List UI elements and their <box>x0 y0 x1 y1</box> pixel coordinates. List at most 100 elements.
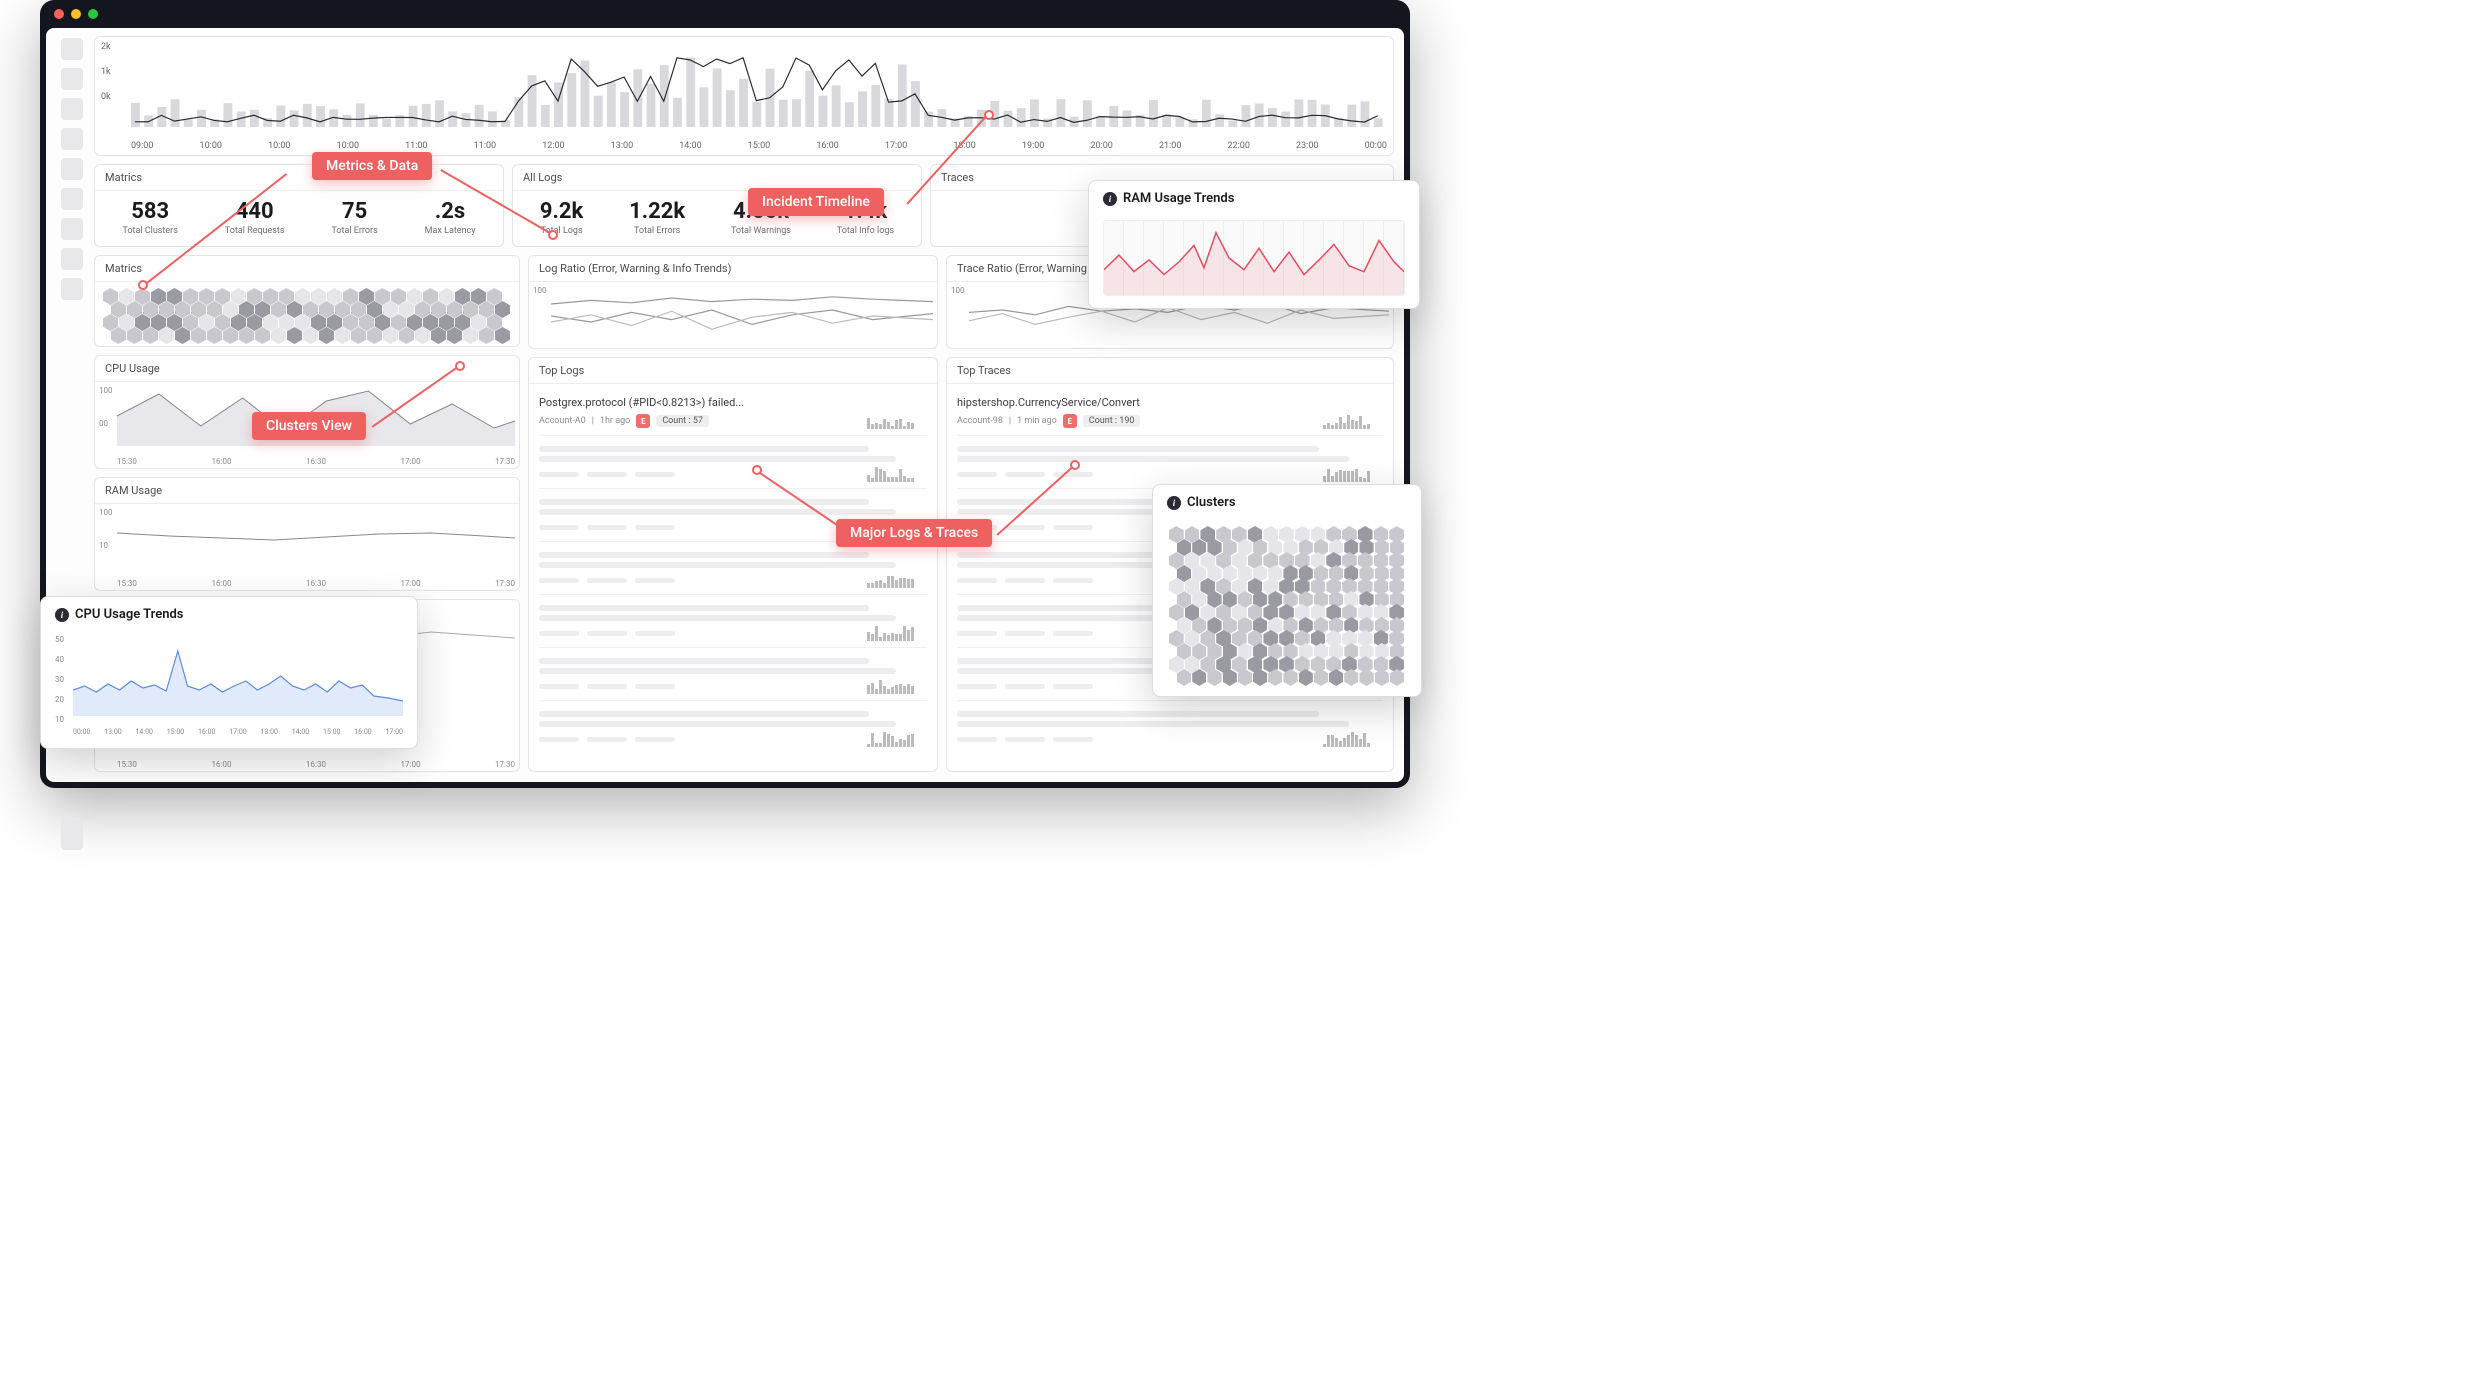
cluster-hex[interactable] <box>335 327 350 344</box>
x-axis: 00:0013:0014:0015:0016:0017:0013:0014:00… <box>73 728 403 736</box>
window-maximize-button[interactable] <box>88 9 98 19</box>
cluster-hex[interactable] <box>143 327 158 344</box>
error-badge: E <box>1063 414 1077 428</box>
card-title: RAM Usage Trends <box>1123 191 1234 206</box>
log-item[interactable]: hipstershop.CurrencyService/Convert Acco… <box>957 390 1383 436</box>
cluster-hex[interactable] <box>463 327 478 344</box>
y-axis: 50 40 30 20 10 <box>55 636 64 724</box>
cluster-hex[interactable] <box>1375 669 1389 686</box>
log-item[interactable] <box>539 436 927 489</box>
cluster-hex[interactable] <box>447 327 462 344</box>
cluster-hex[interactable] <box>1390 669 1404 686</box>
cpu-trends-card[interactable]: i CPU Usage Trends 50 40 30 20 10 00:0013… <box>40 596 418 749</box>
cluster-hex[interactable] <box>175 327 190 344</box>
info-icon: i <box>1167 496 1181 510</box>
cluster-hex[interactable] <box>159 327 174 344</box>
sidebar-item[interactable] <box>61 38 83 60</box>
ram-panel: RAM Usage 10010 15:3016:0016:3017:0017:3… <box>94 477 520 591</box>
sidebar-item-bottom[interactable] <box>61 818 83 850</box>
cluster-hex[interactable] <box>191 327 206 344</box>
cluster-hex[interactable] <box>207 327 222 344</box>
cluster-hex[interactable] <box>479 327 494 344</box>
cluster-hex[interactable] <box>495 327 510 344</box>
log-title: hipstershop.CurrencyService/Convert <box>957 396 1383 409</box>
cpu-trends-chart <box>73 636 403 716</box>
ram-chart <box>117 508 515 568</box>
sidebar-item[interactable] <box>61 128 83 150</box>
clusters-panel: Matrics <box>94 255 520 347</box>
cluster-hex-grid[interactable] <box>1167 524 1407 684</box>
stat: 440Total Requests <box>225 199 285 236</box>
timeline-panel: 2k 1k 0k 09:0010:0010:0010:0011:0011:001… <box>94 36 1394 156</box>
cluster-hex-grid[interactable] <box>95 282 519 346</box>
panel-title: Top Traces <box>947 358 1393 384</box>
log-item[interactable]: Postgrex.protocol (#PID<0.8213>) failed.… <box>539 390 927 436</box>
stat: 75Total Errors <box>331 199 377 236</box>
panel-title: RAM Usage <box>95 478 519 504</box>
ram-trends-card[interactable]: iRAM Usage Trends <box>1088 180 1420 309</box>
clusters-card[interactable]: iClusters <box>1152 484 1422 697</box>
sidebar-item[interactable] <box>61 278 83 300</box>
callout-dot <box>455 361 465 371</box>
cluster-hex[interactable] <box>111 327 126 344</box>
panel-title: Matrics <box>95 256 519 282</box>
top-logs-panel: Top Logs Postgrex.protocol (#PID<0.8213>… <box>528 357 938 772</box>
cluster-hex[interactable] <box>239 327 254 344</box>
error-badge: E <box>636 414 650 428</box>
stat: 583Total Clusters <box>122 199 177 236</box>
sidebar-item[interactable] <box>61 188 83 210</box>
card-title: CPU Usage Trends <box>75 607 183 622</box>
cluster-hex[interactable] <box>255 327 270 344</box>
callout-major-logs-traces: Major Logs & Traces <box>836 519 992 547</box>
callout-clusters-view: Clusters View <box>252 412 366 440</box>
sidebar-item[interactable] <box>61 68 83 90</box>
log-item[interactable] <box>539 648 927 701</box>
cluster-hex[interactable] <box>367 327 382 344</box>
titlebar <box>40 0 1410 28</box>
info-icon: i <box>55 608 69 622</box>
sidebar-item[interactable] <box>61 98 83 120</box>
window-close-button[interactable] <box>54 9 64 19</box>
cluster-hex[interactable] <box>415 327 430 344</box>
sidebar-item[interactable] <box>61 218 83 240</box>
log-item[interactable] <box>539 595 927 648</box>
timeline-y-axis: 2k 1k 0k <box>101 43 111 118</box>
sidebar-item[interactable] <box>61 158 83 180</box>
log-ratio-panel: Log Ratio (Error, Warning & Info Trends)… <box>528 255 938 349</box>
callout-dot <box>984 110 994 120</box>
log-item[interactable] <box>539 701 927 753</box>
cluster-hex[interactable] <box>303 327 318 344</box>
cluster-hex[interactable] <box>1329 669 1343 686</box>
timeline-chart <box>131 41 1387 127</box>
cluster-hex[interactable] <box>319 327 334 344</box>
cluster-hex[interactable] <box>271 327 286 344</box>
log-item[interactable] <box>957 701 1383 753</box>
sidebar-item[interactable] <box>61 248 83 270</box>
callout-metrics-data: Metrics & Data <box>312 152 432 180</box>
log-ratio-chart <box>551 286 933 346</box>
panel-title: Top Logs <box>529 358 937 384</box>
cluster-hex[interactable] <box>399 327 414 344</box>
stat: .2sMax Latency <box>425 199 476 236</box>
callout-dot <box>1070 460 1080 470</box>
callout-dot <box>752 465 762 475</box>
panel-title: Log Ratio (Error, Warning & Info Trends) <box>529 256 937 282</box>
cluster-hex[interactable] <box>1177 669 1191 686</box>
cluster-hex[interactable] <box>1344 669 1358 686</box>
metrics-panel: Matrics 583Total Clusters440Total Reques… <box>94 164 504 247</box>
cluster-hex[interactable] <box>223 327 238 344</box>
log-item[interactable] <box>539 542 927 595</box>
cluster-hex[interactable] <box>127 327 142 344</box>
log-title: Postgrex.protocol (#PID<0.8213>) failed.… <box>539 396 927 409</box>
cluster-hex[interactable] <box>431 327 446 344</box>
cluster-hex[interactable] <box>287 327 302 344</box>
callout-dot <box>548 230 558 240</box>
stat: 1.22kTotal Errors <box>629 199 685 236</box>
callout-dot <box>138 280 148 290</box>
log-item[interactable] <box>957 436 1383 489</box>
window-minimize-button[interactable] <box>71 9 81 19</box>
cluster-hex[interactable] <box>383 327 398 344</box>
cluster-hex[interactable] <box>351 327 366 344</box>
callout-incident-timeline: Incident Timeline <box>748 188 884 216</box>
cluster-hex[interactable] <box>1359 669 1373 686</box>
